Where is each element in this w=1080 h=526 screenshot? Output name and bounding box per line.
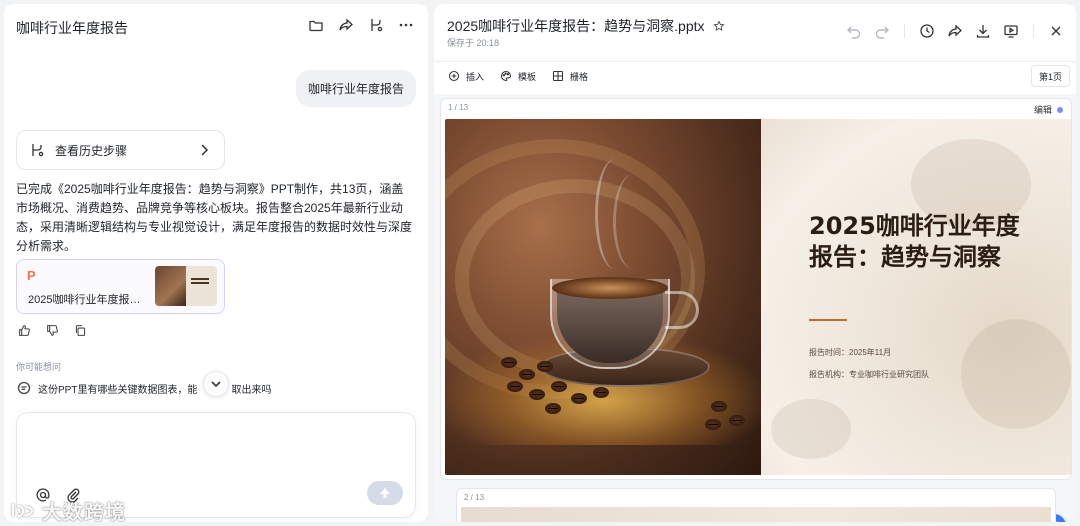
save-status: 保存于 20:18 <box>447 38 500 48</box>
slide-canvas: 1 / 13 编辑 2025咖啡行业年度报告：趋势与洞察 报告时间：2025年1… <box>434 94 1076 522</box>
report-org: 报告机构：专业咖啡行业研究团队 <box>809 370 929 379</box>
palette-icon <box>498 68 514 84</box>
edit-slide-button[interactable]: 编辑 <box>1034 103 1063 116</box>
chat-header-actions <box>308 17 414 33</box>
slide-title: 2025咖啡行业年度报告：趋势与洞察 <box>809 212 1020 271</box>
branch-icon[interactable] <box>368 17 384 33</box>
watermark-text: 大数跨境 <box>42 502 126 522</box>
close-icon[interactable] <box>1048 23 1064 39</box>
chevron-down-icon <box>208 376 224 392</box>
folder-icon[interactable] <box>308 17 324 33</box>
insert-label: 插入 <box>466 71 485 82</box>
title-underline <box>809 319 847 321</box>
plus-circle-icon <box>446 68 462 84</box>
scroll-to-bottom-button[interactable] <box>203 371 229 397</box>
branch-icon <box>29 142 45 158</box>
slide-1: 2025咖啡行业年度报告：趋势与洞察 报告时间：2025年11月 报告机构：专业… <box>445 119 1071 475</box>
user-message-bubble: 咖啡行业年度报告 <box>295 70 416 107</box>
suggestion-item[interactable]: 这份PPT里有哪些关键数据图表，能 取出来吗 <box>16 380 271 396</box>
chat-title: 咖啡行业年度报告 <box>16 20 128 36</box>
suggestion-text-end: 取出来吗 <box>231 384 272 396</box>
star-icon[interactable] <box>711 18 727 34</box>
view-history-label: 查看历史步骤 <box>55 143 128 158</box>
file-title-text: 2025咖啡行业年度报告：趋势与洞察.pptx <box>447 18 705 34</box>
insert-button[interactable]: 插入 <box>446 68 484 84</box>
grid-icon <box>550 68 566 84</box>
chevron-right-icon <box>196 142 212 158</box>
template-label: 模板 <box>518 71 537 82</box>
file-title: 2025咖啡行业年度报告：趋势与洞察.pptx <box>447 16 727 36</box>
editor-toolbar: 插入 模板 栅格 <box>446 68 588 84</box>
send-arrow-icon <box>377 485 393 501</box>
share-icon[interactable] <box>947 23 963 39</box>
slide-card-2[interactable]: 2 / 13 <box>456 488 1056 522</box>
grid-label: 栅格 <box>570 71 589 82</box>
page-indicator-button[interactable]: 第1页 <box>1030 65 1070 87</box>
more-icon[interactable] <box>398 17 414 33</box>
chat-panel: 咖啡行业年度报告 咖啡行业年度报告 查看历史步骤 已完成《2025咖啡行业年度报… <box>4 4 428 522</box>
coffee-cup-image <box>445 119 761 475</box>
history-icon[interactable] <box>919 23 935 39</box>
pptx-file-card[interactable]: P 2025咖啡行业年度报告... <box>16 259 225 314</box>
slide-2-preview <box>461 507 1051 522</box>
slide-title-panel: 2025咖啡行业年度报告：趋势与洞察 报告时间：2025年11月 报告机构：专业… <box>761 119 1071 475</box>
download-icon[interactable] <box>975 23 991 39</box>
slide-thumbnail <box>155 266 217 306</box>
watermark-logo-icon <box>12 503 34 517</box>
send-button[interactable] <box>367 481 403 505</box>
template-button[interactable]: 模板 <box>498 68 536 84</box>
thumbs-up-icon[interactable] <box>16 322 32 338</box>
copy-icon[interactable] <box>72 322 88 338</box>
present-icon[interactable] <box>1003 23 1019 39</box>
report-time: 报告时间：2025年11月 <box>809 348 892 357</box>
thumbs-down-icon[interactable] <box>44 322 60 338</box>
suggestions-heading: 你可能想问 <box>16 362 62 372</box>
assistant-answer: 已完成《2025咖啡行业年度报告：趋势与洞察》PPT制作，共13页，涵盖市场概况… <box>16 182 413 253</box>
ppt-file-icon: P <box>27 268 36 283</box>
file-card-name: 2025咖啡行业年度报告... <box>28 294 148 306</box>
share-icon[interactable] <box>338 17 354 33</box>
watermark: 大数跨境 <box>10 496 126 522</box>
slide-card-1[interactable]: 1 / 13 编辑 2025咖啡行业年度报告：趋势与洞察 报告时间：2025年1… <box>440 98 1072 480</box>
redo-icon[interactable] <box>874 23 890 39</box>
preview-panel: 2025咖啡行业年度报告：趋势与洞察.pptx 保存于 20:18 插入 模板 … <box>434 4 1076 522</box>
edit-label: 编辑 <box>1033 105 1052 115</box>
slide-index: 1 / 13 <box>448 103 469 112</box>
suggestion-text-start: 这份PPT里有哪些关键数据图表，能 <box>38 384 198 396</box>
header-divider <box>434 61 1076 62</box>
grid-button[interactable]: 栅格 <box>550 68 588 84</box>
status-dot <box>1057 106 1063 113</box>
preview-header-actions <box>846 23 1064 39</box>
view-history-button[interactable]: 查看历史步骤 <box>16 130 225 170</box>
feedback-actions <box>16 322 88 338</box>
slide-index: 2 / 13 <box>464 493 485 502</box>
undo-icon[interactable] <box>846 23 862 39</box>
chat-bubble-icon <box>16 380 32 396</box>
